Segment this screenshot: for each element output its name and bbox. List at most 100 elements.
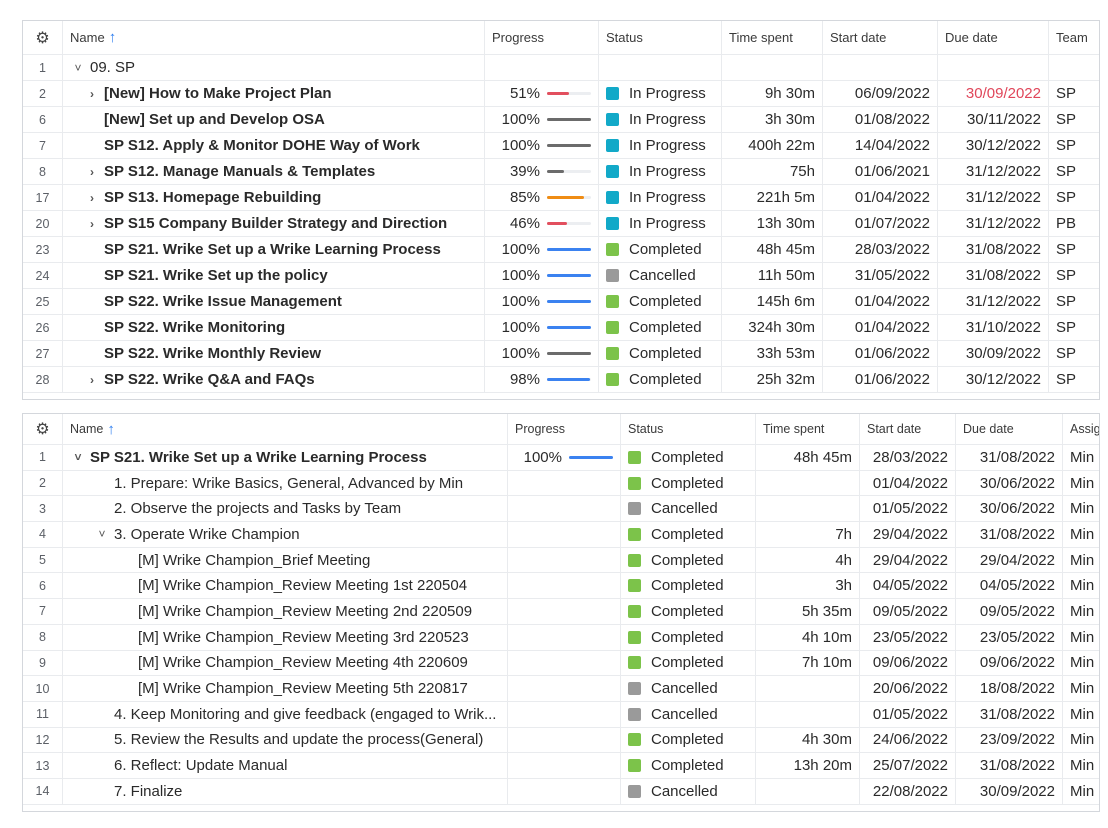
start-date-cell[interactable]: 29/04/2022: [860, 547, 956, 573]
start-date-cell[interactable]: 25/07/2022: [860, 753, 956, 778]
start-date-cell[interactable]: 01/04/2022: [823, 185, 938, 210]
team-cell[interactable]: SP: [1049, 341, 1099, 366]
task-name[interactable]: SP S13. Homepage Rebuilding: [104, 189, 321, 206]
task-name-cell[interactable]: ›[M] Wrike Champion_Brief Meeting: [63, 547, 508, 573]
column-header-due-date[interactable]: Due date: [956, 414, 1063, 444]
chevron-right-icon[interactable]: ›: [84, 191, 100, 205]
task-name-cell[interactable]: › SP S22. Wrike Q&A and FAQs: [63, 367, 485, 392]
sort-ascending-icon[interactable]: ↑: [109, 29, 117, 46]
table-row[interactable]: 2›1. Prepare: Wrike Basics, General, Adv…: [23, 470, 1099, 497]
assignee-cell[interactable]: Min: [1063, 779, 1099, 804]
task-name[interactable]: 7. Finalize: [114, 783, 182, 800]
due-date-cell[interactable]: 31/12/2022: [938, 185, 1049, 210]
status-cell[interactable]: Completed: [621, 547, 756, 573]
table-row[interactable]: 1 ˅ SP S21. Wrike Set up a Wrike Learning …: [23, 445, 1099, 471]
start-date-cell[interactable]: 09/05/2022: [860, 599, 956, 624]
time-spent-cell[interactable]: [756, 778, 860, 804]
due-date-cell[interactable]: 31/08/2022: [956, 522, 1063, 547]
table-row[interactable]: 12›5. Review the Results and update the …: [23, 727, 1099, 754]
status-cell[interactable]: In Progress: [599, 133, 722, 158]
task-name-cell[interactable]: ›SP S21. Wrike Set up the policy: [63, 263, 485, 288]
time-spent-cell[interactable]: [722, 55, 823, 80]
assignee-cell[interactable]: Min: [1063, 702, 1099, 727]
status-cell[interactable]: Completed: [621, 650, 756, 676]
time-spent-cell[interactable]: 48h 45m: [722, 237, 823, 262]
status-cell[interactable]: Completed: [621, 445, 756, 470]
due-date-cell[interactable]: 31/12/2022: [938, 211, 1049, 236]
task-name[interactable]: SP S22. Wrike Monitoring: [104, 319, 285, 336]
task-name-cell[interactable]: ›SP S12. Apply & Monitor DOHE Way of Wor…: [63, 133, 485, 158]
table-row[interactable]: 13›6. Reflect: Update Manual Completed 13h…: [23, 753, 1099, 779]
due-date-cell[interactable]: 31/12/2022: [938, 289, 1049, 314]
due-date-cell[interactable]: 04/05/2022: [956, 573, 1063, 599]
table-row[interactable]: 1 ˅ 09. SP: [23, 55, 1099, 81]
start-date-cell[interactable]: 04/05/2022: [860, 573, 956, 599]
time-spent-cell[interactable]: 3h 30m: [722, 107, 823, 132]
start-date-cell[interactable]: 01/04/2022: [823, 289, 938, 314]
due-date-cell[interactable]: 30/06/2022: [956, 496, 1063, 522]
team-cell[interactable]: SP: [1049, 107, 1099, 132]
task-name[interactable]: SP S22. Wrike Monthly Review: [104, 345, 321, 362]
time-spent-cell[interactable]: 400h 22m: [722, 133, 823, 158]
task-name[interactable]: SP S12. Manage Manuals & Templates: [104, 163, 375, 180]
due-date-cell[interactable]: 09/05/2022: [956, 599, 1063, 624]
table-row[interactable]: 20 › SP S15 Company Builder Strategy and D…: [23, 211, 1099, 237]
time-spent-cell[interactable]: [756, 470, 860, 496]
task-name-cell[interactable]: ›SP S21. Wrike Set up a Wrike Learning P…: [63, 237, 485, 262]
start-date-cell[interactable]: 01/04/2022: [823, 315, 938, 340]
task-name-cell[interactable]: ›SP S22. Wrike Monitoring: [63, 315, 485, 340]
due-date-cell[interactable]: 31/12/2022: [938, 159, 1049, 184]
time-spent-cell[interactable]: [756, 676, 860, 701]
assignee-cell[interactable]: Min: [1063, 548, 1099, 573]
column-header-name[interactable]: Name ↑: [63, 21, 485, 54]
assignee-cell[interactable]: Min: [1063, 753, 1099, 778]
start-date-cell[interactable]: 01/06/2022: [823, 341, 938, 366]
assignee-cell[interactable]: Min: [1063, 625, 1099, 650]
assignee-cell[interactable]: Min: [1063, 676, 1099, 701]
due-date-cell[interactable]: 30/09/2022: [956, 778, 1063, 804]
table-row[interactable]: 14›7. Finalize Cancelled 22/08/202230/09/2…: [23, 778, 1099, 805]
table-row[interactable]: 7›SP S12. Apply & Monitor DOHE Way of Wo…: [23, 133, 1099, 159]
task-name-cell[interactable]: ›[M] Wrike Champion_Review Meeting 5th 2…: [63, 676, 508, 701]
time-spent-cell[interactable]: 7h: [756, 522, 860, 547]
table-row[interactable]: 8›[M] Wrike Champion_Review Meeting 3rd …: [23, 624, 1099, 651]
task-name[interactable]: [M] Wrike Champion_Review Meeting 2nd 22…: [138, 603, 472, 620]
status-cell[interactable]: In Progress: [599, 211, 722, 236]
task-name[interactable]: [M] Wrike Champion_Review Meeting 3rd 22…: [138, 629, 469, 646]
table-row[interactable]: 11›4. Keep Monitoring and give feedback …: [23, 701, 1099, 728]
task-name-cell[interactable]: ›1. Prepare: Wrike Basics, General, Adva…: [63, 470, 508, 496]
due-date-cell[interactable]: 30/09/2022: [938, 81, 1049, 106]
table-row[interactable]: 26›SP S22. Wrike Monitoring 100% Completed…: [23, 315, 1099, 341]
column-header-start-date[interactable]: Start date: [823, 21, 938, 54]
status-cell[interactable]: Completed: [599, 315, 722, 340]
start-date-cell[interactable]: 09/06/2022: [860, 650, 956, 676]
task-name[interactable]: 2. Observe the projects and Tasks by Tea…: [114, 500, 401, 517]
column-header-progress[interactable]: Progress: [508, 414, 621, 444]
due-date-cell[interactable]: 29/04/2022: [956, 547, 1063, 573]
status-cell[interactable]: Cancelled: [621, 676, 756, 701]
start-date-cell[interactable]: 06/09/2022: [823, 81, 938, 106]
assignee-cell[interactable]: Min: [1063, 728, 1099, 753]
time-spent-cell[interactable]: 13h 30m: [722, 211, 823, 236]
status-cell[interactable]: In Progress: [599, 185, 722, 210]
status-cell[interactable]: Completed: [621, 624, 756, 650]
start-date-cell[interactable]: 20/06/2022: [860, 676, 956, 701]
status-cell[interactable]: Completed: [599, 237, 722, 262]
sort-ascending-icon[interactable]: ↑: [107, 421, 115, 438]
task-name[interactable]: [M] Wrike Champion_Review Meeting 5th 22…: [138, 680, 468, 697]
task-name-cell[interactable]: ›7. Finalize: [63, 778, 508, 804]
team-cell[interactable]: SP: [1049, 367, 1099, 392]
status-cell[interactable]: In Progress: [599, 159, 722, 184]
time-spent-cell[interactable]: 13h 20m: [756, 753, 860, 778]
table-row[interactable]: 6›[M] Wrike Champion_Review Meeting 1st …: [23, 573, 1099, 600]
task-name-cell[interactable]: ›2. Observe the projects and Tasks by Te…: [63, 496, 508, 522]
team-cell[interactable]: SP: [1049, 263, 1099, 288]
task-name-cell[interactable]: ›[M] Wrike Champion_Review Meeting 3rd 2…: [63, 624, 508, 650]
task-name[interactable]: 4. Keep Monitoring and give feedback (en…: [114, 706, 496, 723]
gear-icon[interactable]: ⚙: [35, 419, 49, 439]
column-header-time-spent[interactable]: Time spent: [722, 21, 823, 54]
time-spent-cell[interactable]: 145h 6m: [722, 289, 823, 314]
task-name-cell[interactable]: ›[M] Wrike Champion_Review Meeting 2nd 2…: [63, 599, 508, 624]
assignee-cell[interactable]: Min: [1063, 651, 1099, 676]
column-header-status[interactable]: Status: [621, 414, 756, 444]
